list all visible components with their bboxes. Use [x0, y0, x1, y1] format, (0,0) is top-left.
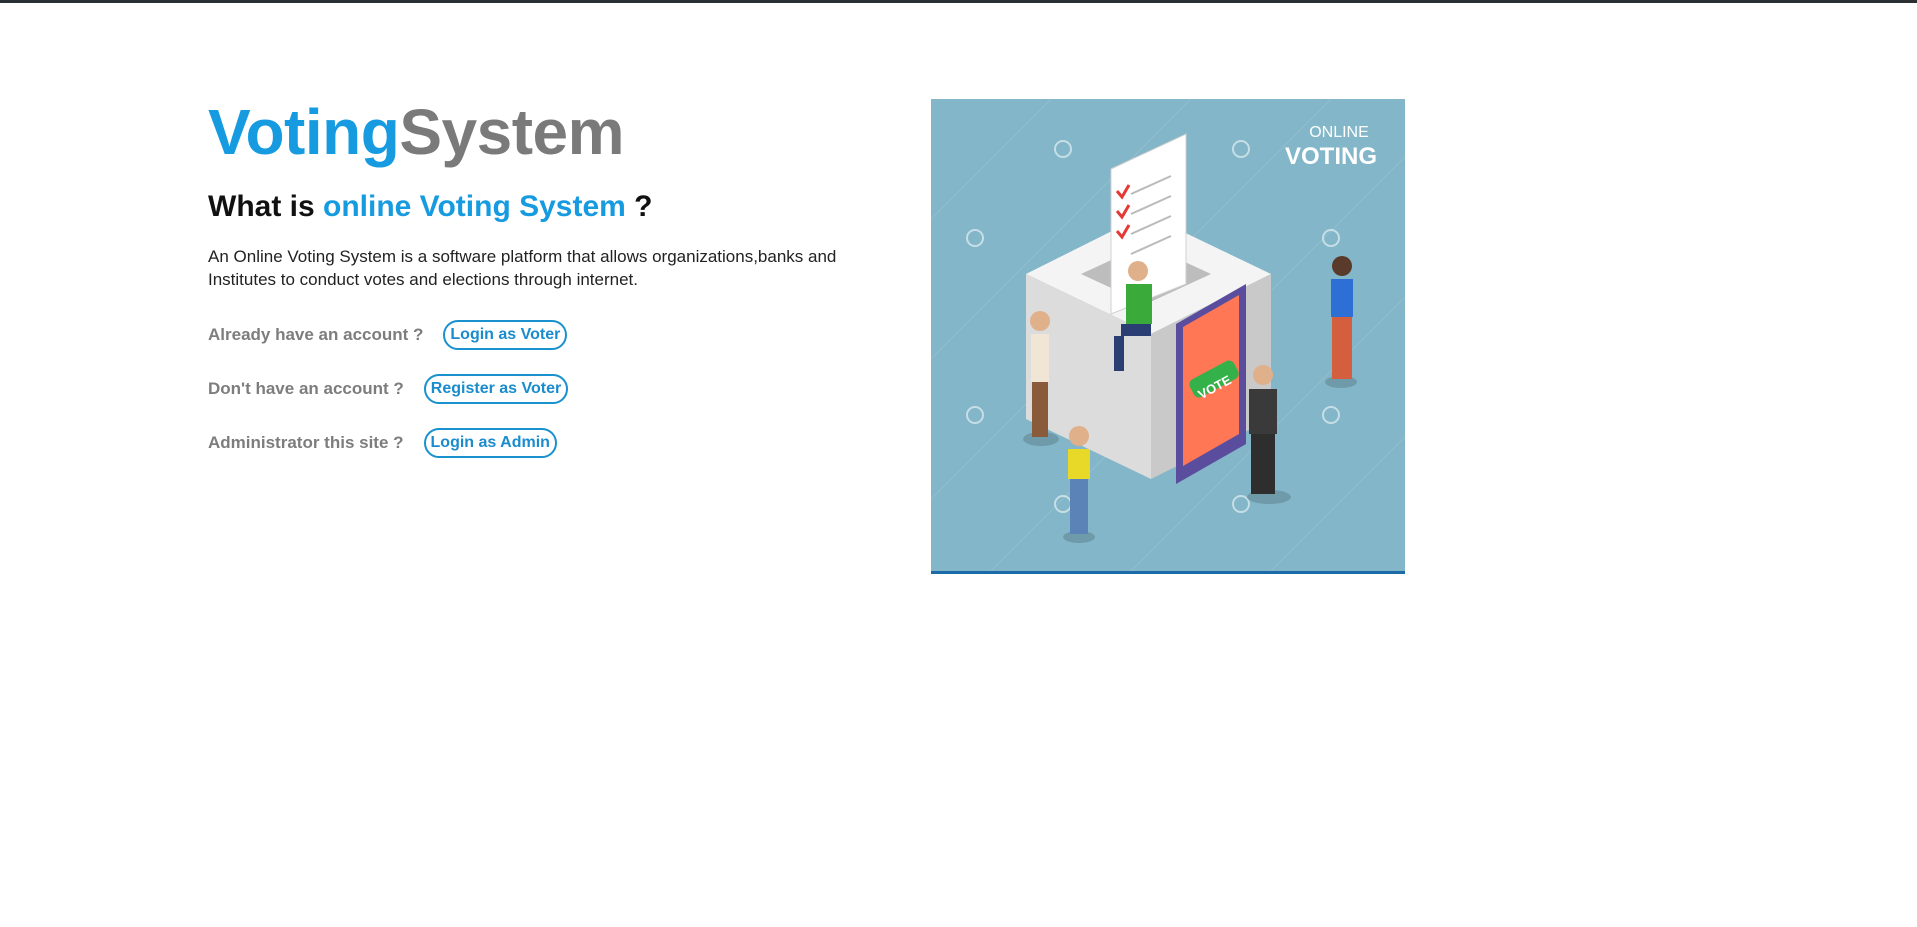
illustration-line2: VOTING: [1285, 143, 1377, 170]
login-voter-row: Already have an account ? Login as Voter: [208, 319, 888, 351]
description-text: An Online Voting System is a software pl…: [208, 247, 837, 289]
login-admin-prompt: Administrator this site ?: [208, 433, 404, 452]
logo-part-system: System: [399, 96, 624, 168]
illustration-line1: ONLINE: [1309, 124, 1369, 141]
login-voter-button[interactable]: Login as Voter: [443, 320, 568, 350]
logo-part-voting: Voting: [208, 96, 400, 168]
register-voter-prompt: Don't have an account ?: [208, 379, 404, 398]
register-voter-button[interactable]: Register as Voter: [423, 374, 569, 404]
site-logo: VotingSystem: [208, 100, 888, 164]
heading-highlight: online Voting System: [323, 190, 626, 223]
intro-panel: VotingSystem What is online Voting Syste…: [208, 100, 888, 459]
online-voting-illustration: VOTE ONLINE VOTING: [931, 99, 1405, 574]
login-voter-prompt: Already have an account ?: [208, 325, 424, 344]
register-voter-row: Don't have an account ? Register as Vote…: [208, 373, 888, 405]
login-admin-row: Administrator this site ? Login as Admin: [208, 427, 888, 459]
top-border: [0, 0, 1917, 3]
page-heading: What is online Voting System ?: [208, 190, 888, 223]
login-admin-button[interactable]: Login as Admin: [423, 428, 557, 458]
heading-suffix: ?: [625, 190, 653, 223]
heading-prefix: What is: [208, 190, 324, 223]
